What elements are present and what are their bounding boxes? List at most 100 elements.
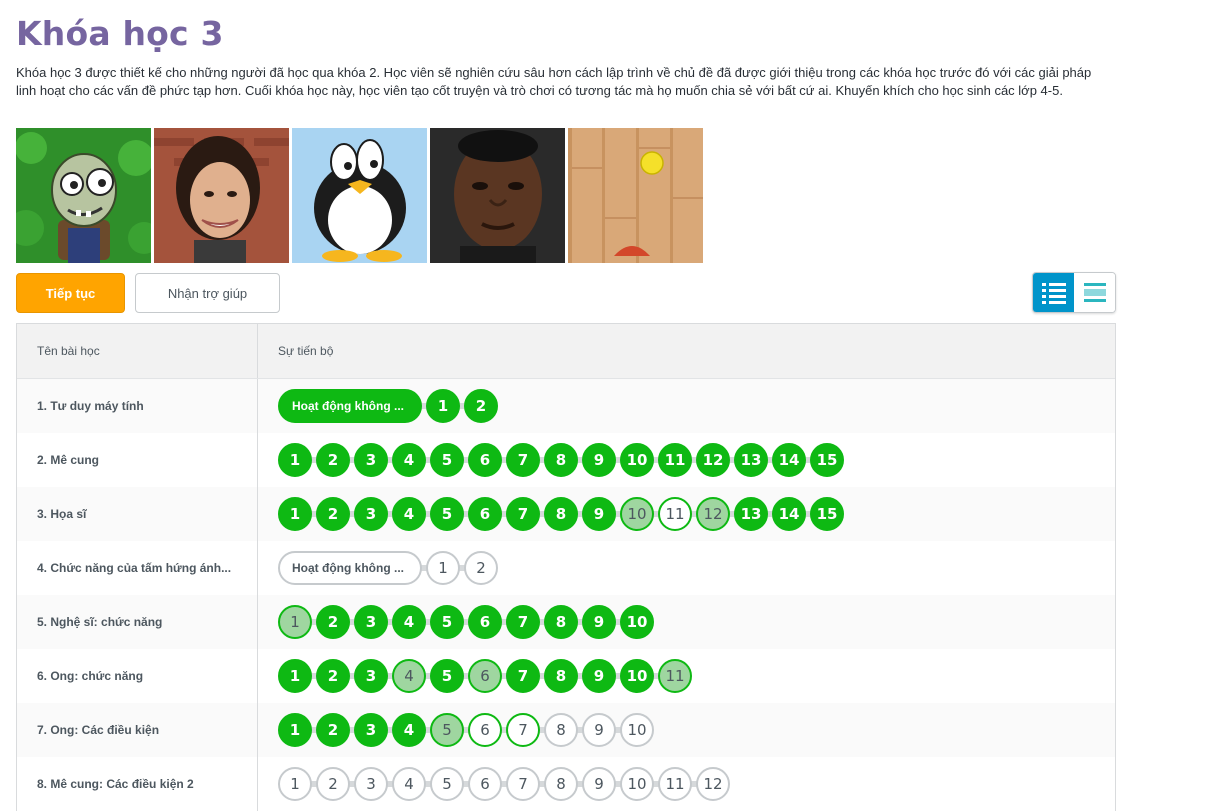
level-bubble[interactable]: 9	[582, 443, 616, 477]
lesson-name[interactable]: 1. Tư duy máy tính	[17, 379, 258, 433]
level-bubble[interactable]: 2	[464, 389, 498, 423]
level-bubble[interactable]: 11	[658, 659, 692, 693]
level-bubble[interactable]: 14	[772, 443, 806, 477]
level-bubble[interactable]: 11	[658, 767, 692, 801]
level-bubble[interactable]: 2	[316, 767, 350, 801]
level-bubble[interactable]: 12	[696, 443, 730, 477]
level-bubble[interactable]: 1	[278, 659, 312, 693]
lesson-name[interactable]: 2. Mê cung	[17, 433, 258, 487]
level-bubble[interactable]: 8	[544, 659, 578, 693]
level-bubble[interactable]: 1	[278, 497, 312, 531]
level-bubble[interactable]: 2	[464, 551, 498, 585]
unplugged-activity-pill[interactable]: Hoạt động không ...	[278, 389, 422, 423]
level-bubble[interactable]: 9	[582, 497, 616, 531]
level-bubble[interactable]: 9	[582, 767, 616, 801]
level-bubble[interactable]: 2	[316, 659, 350, 693]
lesson-name[interactable]: 4. Chức năng của tấm hứng ánh...	[17, 541, 258, 595]
level-bubble[interactable]: 14	[772, 497, 806, 531]
level-bubble[interactable]: 8	[544, 497, 578, 531]
level-bubble[interactable]: 5	[430, 605, 464, 639]
level-bubble[interactable]: 6	[468, 497, 502, 531]
level-bubble[interactable]: 6	[468, 713, 502, 747]
unplugged-activity-pill[interactable]: Hoạt động không ...	[278, 551, 422, 585]
level-bubble[interactable]: 4	[392, 659, 426, 693]
level-bubble[interactable]: 3	[354, 443, 388, 477]
level-bubble[interactable]: 10	[620, 713, 654, 747]
detail-list-view-button[interactable]	[1033, 273, 1074, 312]
level-bubble[interactable]: 3	[354, 497, 388, 531]
lesson-name[interactable]: 5. Nghệ sĩ: chức năng	[17, 595, 258, 649]
level-bubble[interactable]: 3	[354, 659, 388, 693]
level-bubble[interactable]: 12	[696, 497, 730, 531]
level-bubble[interactable]: 5	[430, 443, 464, 477]
level-bubble[interactable]: 8	[544, 767, 578, 801]
level-bubble[interactable]: 2	[316, 497, 350, 531]
level-bubbles: 1 2 3 4 5 6 7 8 9 10 11	[278, 659, 692, 693]
level-bubble[interactable]: 12	[696, 767, 730, 801]
level-bubble[interactable]: 6	[468, 659, 502, 693]
level-bubble[interactable]: 10	[620, 767, 654, 801]
level-bubble[interactable]: 1	[278, 605, 312, 639]
continue-button[interactable]: Tiếp tục	[16, 273, 125, 313]
level-bubble[interactable]: 10	[620, 605, 654, 639]
level-bubble[interactable]: 4	[392, 767, 426, 801]
level-bubble[interactable]: 3	[354, 767, 388, 801]
level-bubble[interactable]: 5	[430, 767, 464, 801]
level-bubble[interactable]: 7	[506, 713, 540, 747]
level-bubble[interactable]: 7	[506, 659, 540, 693]
level-bubble[interactable]: 4	[392, 497, 426, 531]
level-bubble[interactable]: 13	[734, 497, 768, 531]
level-bubble[interactable]: 1	[278, 767, 312, 801]
level-bubble[interactable]: 6	[468, 767, 502, 801]
level-bubble[interactable]: 7	[506, 497, 540, 531]
level-bubble[interactable]: 3	[354, 713, 388, 747]
level-bubble[interactable]: 4	[392, 713, 426, 747]
level-bubble[interactable]: 15	[810, 443, 844, 477]
level-bubble[interactable]: 6	[468, 605, 502, 639]
level-bubble[interactable]: 7	[506, 443, 540, 477]
level-bubble[interactable]: 1	[426, 389, 460, 423]
level-bubble[interactable]: 2	[316, 605, 350, 639]
level-bubble[interactable]: 2	[316, 713, 350, 747]
smiling-woman-photo	[154, 128, 289, 263]
level-bubble[interactable]: 9	[582, 659, 616, 693]
level-bubble[interactable]: 15	[810, 497, 844, 531]
level-bubble[interactable]: 9	[582, 605, 616, 639]
level-bubbles: 1 2 3 4 5 6 7 8 9 10 11 12 13 14 15	[278, 497, 844, 531]
level-bubble[interactable]: 7	[506, 767, 540, 801]
level-bubble[interactable]: 10	[620, 443, 654, 477]
level-bubbles: 1 2 3 4 5 6 7 8 9 10	[278, 713, 654, 747]
level-bubble[interactable]: 1	[278, 713, 312, 747]
level-bubble[interactable]: 5	[430, 713, 464, 747]
level-bubble[interactable]: 4	[392, 443, 426, 477]
level-bubble[interactable]: 2	[316, 443, 350, 477]
level-bubble[interactable]: 10	[620, 659, 654, 693]
level-bubble[interactable]: 8	[544, 605, 578, 639]
level-bubble[interactable]: 8	[544, 713, 578, 747]
level-bubble[interactable]: 13	[734, 443, 768, 477]
level-bubbles: 1 2 3 4 5 6 7 8 9 10	[278, 605, 654, 639]
level-bubble[interactable]: 11	[658, 443, 692, 477]
lesson-name[interactable]: 8. Mê cung: Các điều kiện 2	[17, 757, 258, 811]
summary-list-view-button[interactable]	[1074, 273, 1115, 312]
level-bubble[interactable]: 1	[426, 551, 460, 585]
lesson-name[interactable]: 7. Ong: Các điều kiện	[17, 703, 258, 757]
summary-list-icon	[1083, 282, 1106, 302]
level-bubble[interactable]: 3	[354, 605, 388, 639]
lesson-name[interactable]: 6. Ong: chức năng	[17, 649, 258, 703]
view-toggle	[1032, 272, 1116, 313]
level-bubble[interactable]: 9	[582, 713, 616, 747]
level-bubble[interactable]: 5	[430, 497, 464, 531]
lesson-progress: 1 2 3 4 5 6 7 8 9 10 11 12 13 14 15	[258, 487, 1115, 541]
level-bubbles: Hoạt động không ... 1 2	[278, 551, 498, 585]
level-bubble[interactable]: 11	[658, 497, 692, 531]
lesson-name[interactable]: 3. Họa sĩ	[17, 487, 258, 541]
level-bubble[interactable]: 4	[392, 605, 426, 639]
level-bubble[interactable]: 1	[278, 443, 312, 477]
level-bubble[interactable]: 8	[544, 443, 578, 477]
level-bubble[interactable]: 5	[430, 659, 464, 693]
level-bubble[interactable]: 6	[468, 443, 502, 477]
get-help-button[interactable]: Nhận trợ giúp	[135, 273, 280, 313]
level-bubble[interactable]: 7	[506, 605, 540, 639]
level-bubble[interactable]: 10	[620, 497, 654, 531]
